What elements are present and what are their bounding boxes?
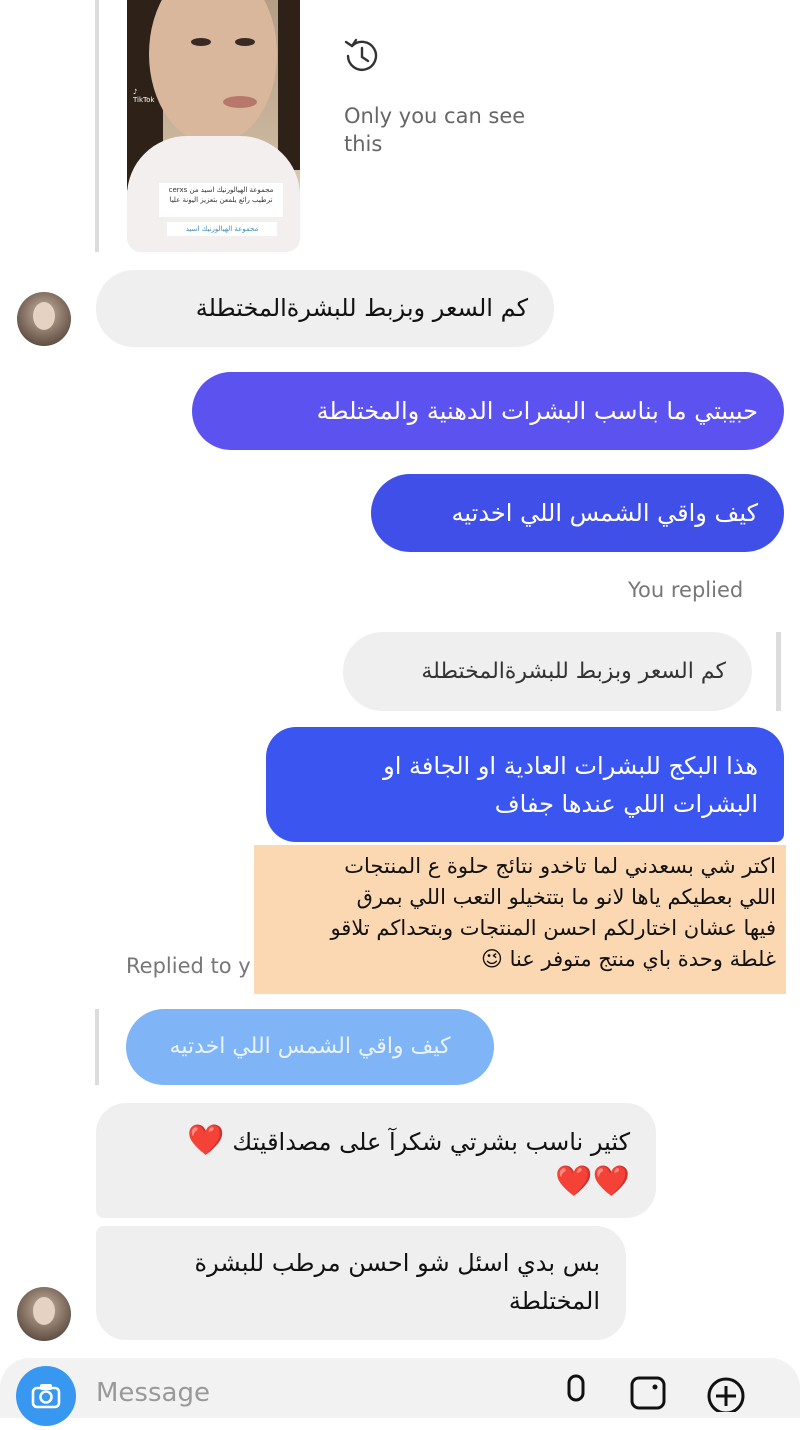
camera-icon <box>31 1384 61 1409</box>
quoted-message[interactable]: كم السعر وبزبط للبشرةالمختطلة <box>343 632 752 711</box>
gallery-icon[interactable] <box>628 1372 668 1412</box>
message-bubble-outgoing[interactable]: هذا البكج للبشرات العادية او الجافة او ا… <box>266 727 784 842</box>
tiktok-logo-icon: ♪ TikTok <box>133 88 155 104</box>
shared-post-thumbnail[interactable]: ♪ TikTok مجموعة الهيالورنيك اسيد من cerxs… <box>127 0 300 252</box>
overlay-note: اكتر شي بسعدني لما تاخدو نتائج حلوة ع ال… <box>254 845 786 994</box>
message-text-line: المختلطة <box>508 1287 600 1315</box>
avatar[interactable] <box>17 1287 71 1341</box>
message-text: كثير ناسب بشرتي شكرآ على مصداقيتك <box>232 1128 630 1156</box>
quoted-message[interactable]: كيف واقي الشمس اللي اخدتيه <box>126 1009 494 1085</box>
reply-label: You replied <box>628 578 744 602</box>
message-input[interactable]: Message <box>96 1378 210 1408</box>
reply-thread-bar <box>95 0 99 252</box>
message-bubble-outgoing[interactable]: كيف واقي الشمس اللي اخدتيه <box>371 474 784 552</box>
reply-thread-bar <box>776 632 781 711</box>
message-text: حبيبتي ما بناسب البشرات الدهنية والمختلط… <box>316 397 758 425</box>
note-line: فيها عشان اختارلكم احسن المنتجات وبتحداك… <box>330 916 776 940</box>
history-icon <box>344 38 378 71</box>
message-text-line: هذا البكج للبشرات العادية او الجافة او <box>383 752 758 780</box>
message-text: كم السعر وبزبط للبشرةالمختطلة <box>195 294 528 322</box>
post-caption: مجموعة الهيالورنيك اسيد من cerxs ترطيب ر… <box>159 183 283 217</box>
message-bubble-incoming[interactable]: بس بدي اسئل شو احسن مرطب للبشرة المختلطة <box>96 1226 626 1340</box>
message-text-line: بس بدي اسئل شو احسن مرطب للبشرة <box>194 1249 601 1277</box>
note-line: اللي بعطيكم ياها لانو ما بتتخيلو التعب ا… <box>356 885 776 909</box>
avatar[interactable] <box>17 292 71 346</box>
message-text-line: البشرات اللي عندها جفاف <box>494 790 758 818</box>
reply-thread-bar <box>95 1009 99 1085</box>
visibility-note: Only you can see this <box>344 104 526 156</box>
camera-button[interactable] <box>16 1366 76 1426</box>
message-bubble-incoming[interactable]: كثير ناسب بشرتي شكرآ على مصداقيتك ❤️ ❤️❤… <box>96 1103 656 1218</box>
message-bubble-outgoing[interactable]: حبيبتي ما بناسب البشرات الدهنية والمختلط… <box>192 372 784 450</box>
post-link[interactable]: مجموعة الهيالورنيك اسيد <box>167 222 277 236</box>
message-bubble-incoming[interactable]: كم السعر وبزبط للبشرةالمختطلة <box>96 270 554 347</box>
heart-icon: ❤️ <box>187 1123 225 1158</box>
reply-label: Replied to y <box>126 954 251 978</box>
note-line: غلطة وحدة باي منتج متوفر عنا 😉 <box>481 947 776 971</box>
message-text: كيف واقي الشمس اللي اخدتيه <box>451 499 758 527</box>
add-icon[interactable] <box>706 1372 746 1412</box>
microphone-icon[interactable] <box>556 1372 596 1412</box>
heart-icon: ❤️❤️ <box>555 1164 630 1199</box>
note-line: اكتر شي بسعدني لما تاخدو نتائج حلوة ع ال… <box>344 854 776 878</box>
post-face-image <box>149 0 277 144</box>
